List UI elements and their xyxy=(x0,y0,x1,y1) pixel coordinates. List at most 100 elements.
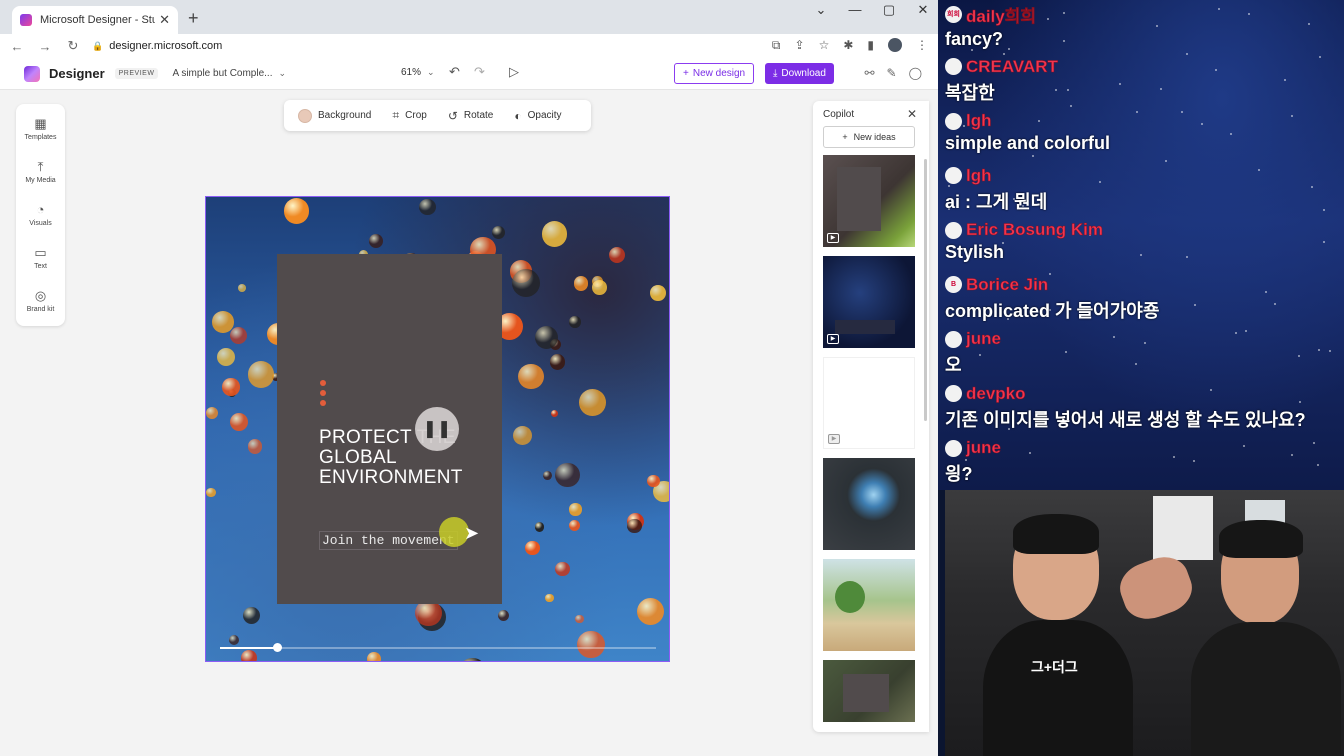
star xyxy=(1180,111,1183,114)
rail-item-label: Visuals xyxy=(29,220,52,227)
back-icon[interactable]: ← xyxy=(6,39,28,54)
star xyxy=(1323,241,1326,244)
bokeh-dot xyxy=(568,519,580,531)
rail-item-templates[interactable]: ▦ Templates xyxy=(16,116,65,141)
download-button[interactable]: ⤓ Download xyxy=(765,63,834,84)
share-link-icon[interactable]: ⚯ xyxy=(864,66,874,80)
zoom-dropdown[interactable]: 61% ⌄ xyxy=(401,67,435,78)
star xyxy=(1173,456,1176,459)
subline-text[interactable]: Join the movement xyxy=(319,531,458,550)
new-design-button[interactable]: + New design xyxy=(674,63,755,84)
account-icon[interactable]: ◯ xyxy=(909,66,922,80)
bokeh-dot xyxy=(513,425,533,445)
forward-icon[interactable]: → xyxy=(34,39,56,54)
background-label: Background xyxy=(318,110,372,121)
bokeh-dot xyxy=(248,439,263,454)
extensions-icon[interactable]: ✱ xyxy=(843,38,853,53)
chat-username-row: devpko xyxy=(945,383,1306,404)
pause-icon[interactable]: ❚❚ xyxy=(415,407,459,451)
headline-text[interactable]: PROTECT THE GLOBAL ENVIRONMENT xyxy=(319,428,489,488)
opacity-label: Opacity xyxy=(527,110,562,121)
thumb-card xyxy=(837,167,881,231)
thumb-earth-hands[interactable] xyxy=(823,458,915,550)
rail-item-visuals[interactable]: ◔ Visuals xyxy=(16,202,65,227)
star xyxy=(1031,155,1034,157)
chat-avatar xyxy=(945,167,962,184)
bokeh-dot xyxy=(542,471,552,481)
thumb-blank[interactable]: ▶ xyxy=(823,357,915,449)
opacity-button[interactable]: ◐ Opacity xyxy=(514,109,561,123)
new-ideas-label: New ideas xyxy=(853,132,896,142)
rail-item-my-media[interactable]: ⤒ My Media xyxy=(16,159,65,184)
playback-knob[interactable] xyxy=(272,643,282,652)
bokeh-dot xyxy=(555,462,580,488)
bookmark-star-icon[interactable]: ☆ xyxy=(819,38,830,53)
rotate-label: Rotate xyxy=(463,110,494,121)
tab-close-icon[interactable]: ✕ xyxy=(159,12,170,28)
thumb-tree[interactable] xyxy=(823,559,915,651)
maximize-icon[interactable]: ▢ xyxy=(882,2,896,18)
share-icon[interactable]: ⇪ xyxy=(795,38,805,53)
browser-tab[interactable]: Microsoft Designer - Stunning d ✕ xyxy=(12,6,178,34)
profile-avatar[interactable] xyxy=(888,38,902,52)
crop-button[interactable]: ⌗ Crop xyxy=(392,108,426,123)
redo-icon[interactable]: ↷ xyxy=(474,64,485,80)
close-window-icon[interactable]: ✕ xyxy=(916,2,930,18)
translate-icon[interactable]: ⧉ xyxy=(772,38,781,53)
star xyxy=(1230,133,1233,136)
bokeh-dot xyxy=(459,658,486,661)
close-icon[interactable]: ✕ xyxy=(907,107,917,121)
document-title-dropdown[interactable]: A simple but Comple... ⌄ xyxy=(172,68,286,79)
minimize-icon[interactable]: — xyxy=(848,2,862,18)
tab-strip: Microsoft Designer - Stunning d ✕ + ⌄ — … xyxy=(0,0,938,34)
browser-window: Microsoft Designer - Stunning d ✕ + ⌄ — … xyxy=(0,0,938,756)
browser-menu-icon[interactable]: ⋮ xyxy=(916,38,928,53)
browser-actions: ⧉ ⇪ ☆ ✱ ▮ ⋮ xyxy=(772,38,928,53)
chat-message: Eric Bosung Kim Stylish xyxy=(945,220,1103,263)
webcam-feed: 그+더그 xyxy=(945,490,1344,756)
copilot-panel: Copilot ✕ + New ideas ▶ ▶ ▶ xyxy=(813,101,929,732)
rotate-button[interactable]: ↺ Rotate xyxy=(448,109,494,123)
tab-search-icon[interactable]: ⌄ xyxy=(814,2,828,18)
thumb-plant[interactable]: ▶ xyxy=(823,155,915,247)
scrollbar[interactable] xyxy=(924,159,927,421)
feedback-icon[interactable]: ✎ xyxy=(887,66,897,80)
url-field[interactable]: 🔒 designer.microsoft.com xyxy=(92,40,222,52)
rail-item-brand-kit[interactable]: ◎ Brand kit xyxy=(16,288,65,313)
opacity-icon: ◐ xyxy=(514,108,522,123)
new-ideas-button[interactable]: + New ideas xyxy=(823,126,915,148)
star xyxy=(1099,181,1102,184)
person-right xyxy=(1191,520,1341,756)
download-icon: ⤓ xyxy=(773,68,778,79)
thumb-forest[interactable] xyxy=(823,660,915,722)
bokeh-dot xyxy=(650,285,667,301)
designer-logo-icon[interactable] xyxy=(24,65,40,82)
bokeh-dot xyxy=(518,363,545,390)
text-card[interactable]: PROTECT THE GLOBAL ENVIRONMENT Join the … xyxy=(277,254,502,604)
chat-username-row: june xyxy=(945,438,1001,458)
star xyxy=(1155,25,1158,28)
chat-text: complicated 가 들어가야죵 xyxy=(945,300,1160,321)
thumb-card xyxy=(843,674,889,712)
star xyxy=(1217,8,1220,11)
rail-item-text[interactable]: ▭ Text xyxy=(16,245,65,270)
chat-username: devpko xyxy=(966,383,1026,403)
crop-label: Crop xyxy=(405,110,427,121)
star xyxy=(1064,351,1067,354)
bokeh-dot xyxy=(544,593,554,603)
design-canvas[interactable]: PROTECT THE GLOBAL ENVIRONMENT Join the … xyxy=(205,196,670,662)
star xyxy=(1318,56,1321,59)
background-button[interactable]: Background xyxy=(298,108,372,123)
reload-icon[interactable]: ↻ xyxy=(62,38,84,54)
thumb-space[interactable]: ▶ xyxy=(823,256,915,348)
brand-kit-icon: ◎ xyxy=(34,288,47,303)
side-panel-icon[interactable]: ▮ xyxy=(867,38,874,53)
rail-item-label: My Media xyxy=(25,177,56,184)
star xyxy=(1070,105,1073,108)
undo-icon[interactable]: ↶ xyxy=(449,64,460,80)
chat-text: simple and colorful xyxy=(945,133,1111,153)
new-tab-button[interactable]: + xyxy=(188,8,199,29)
playback-scrubber[interactable] xyxy=(220,643,656,652)
play-preview-icon[interactable]: ▷ xyxy=(509,64,519,80)
document-title: A simple but Comple... xyxy=(172,68,273,79)
